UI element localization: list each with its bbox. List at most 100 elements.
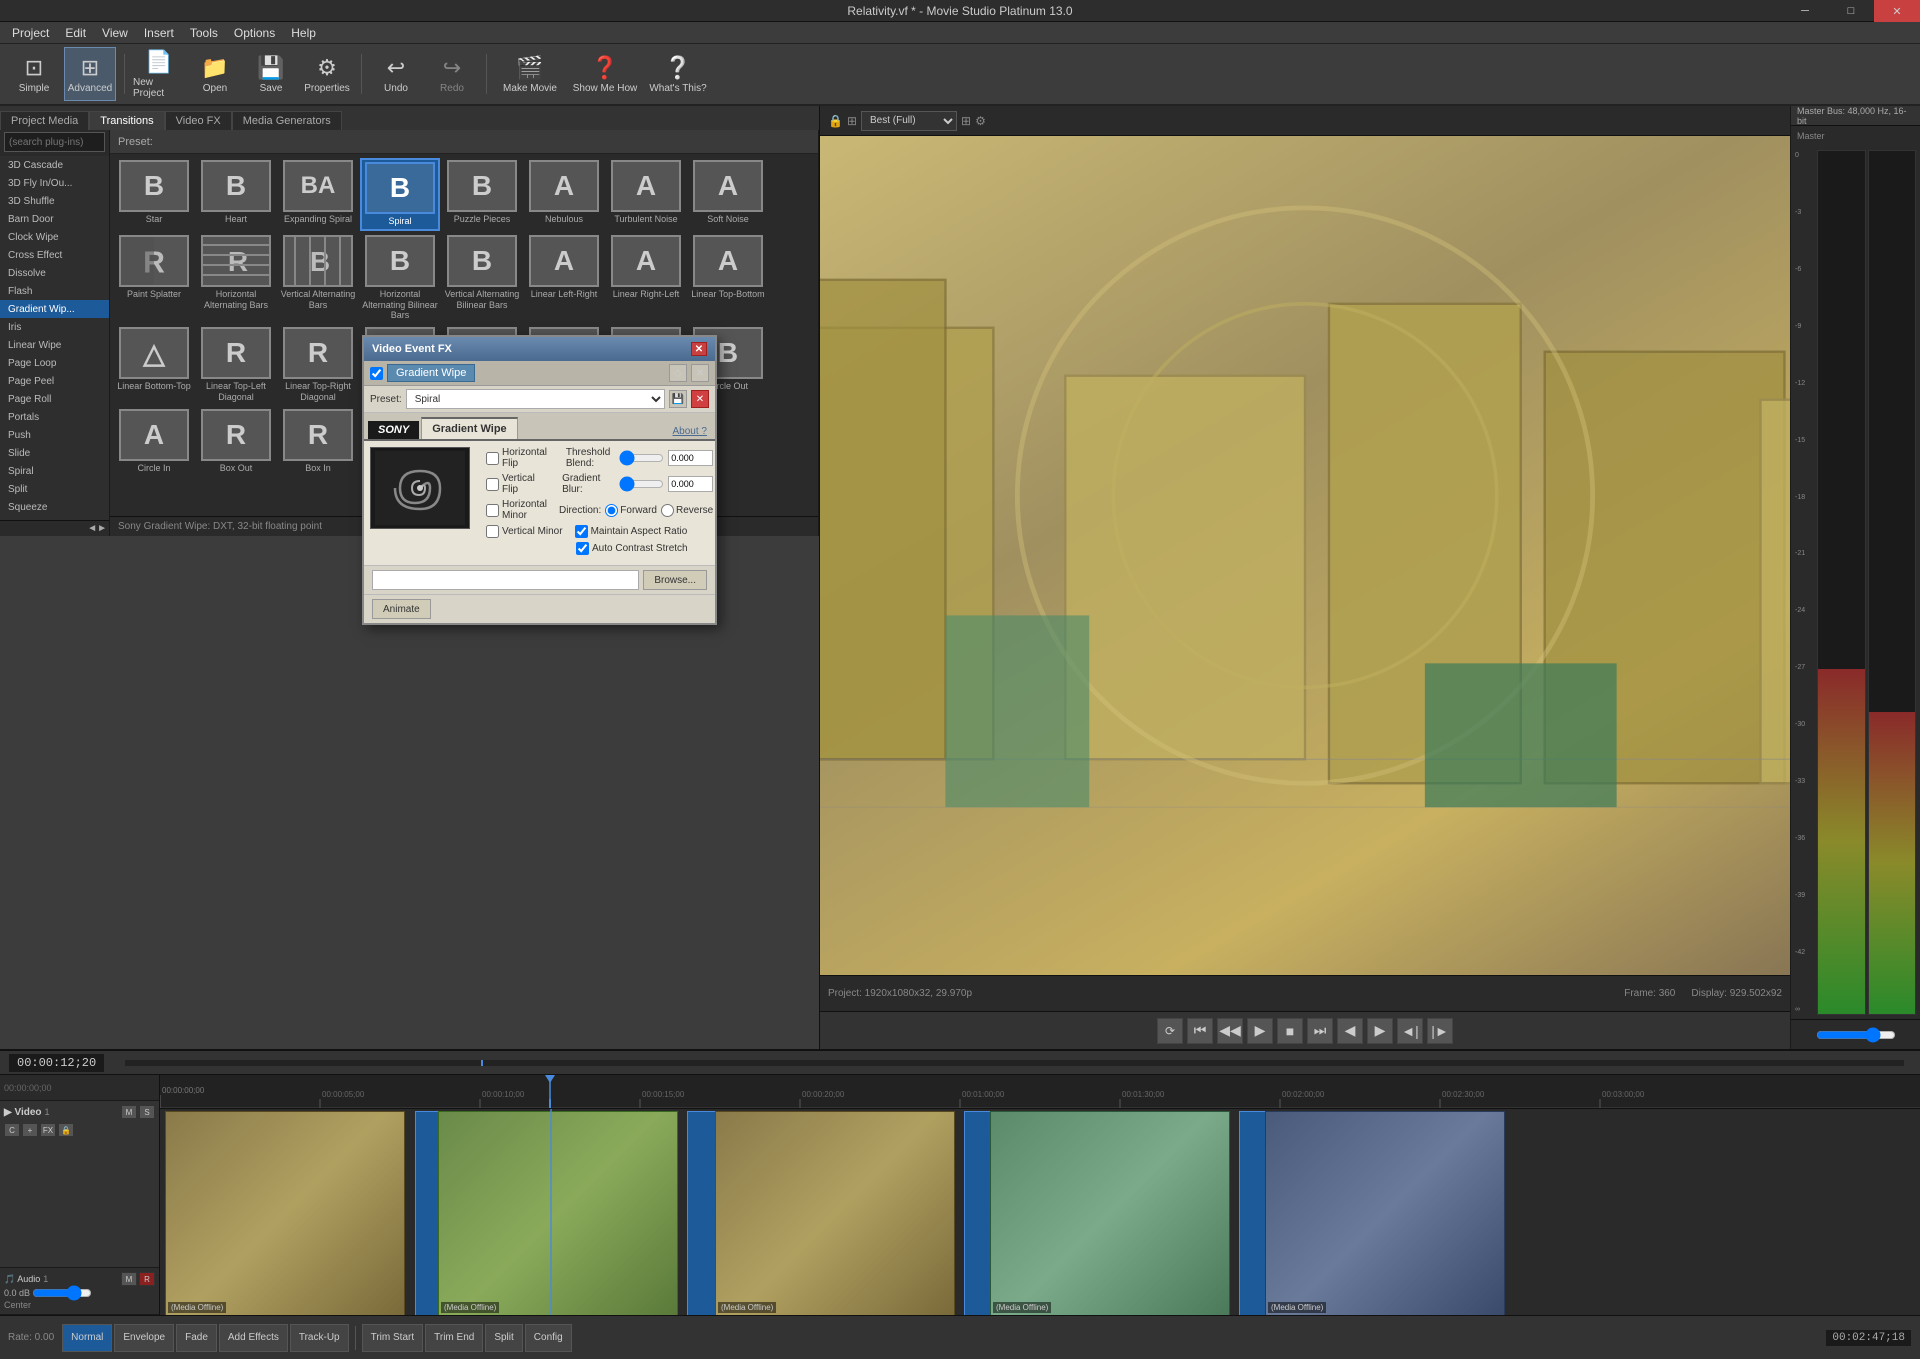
preview-grid-icon[interactable]: ⊞ (961, 114, 971, 128)
trans-item-crosseffect[interactable]: Cross Effect (0, 246, 109, 264)
advanced-button[interactable]: ⊞ Advanced (64, 47, 116, 101)
video-clip-3[interactable]: (Media Offline) (715, 1111, 955, 1315)
master-fader[interactable] (1816, 1028, 1896, 1042)
trans-item-spiral[interactable]: Spiral (0, 462, 109, 480)
minimize-button[interactable]: ─ (1782, 0, 1828, 22)
trans-item-flash[interactable]: Flash (0, 282, 109, 300)
menu-insert[interactable]: Insert (136, 24, 182, 42)
thumb-turbulent[interactable]: A Turbulent Noise (606, 158, 686, 231)
blur-value[interactable]: 0.000 (668, 476, 713, 492)
menu-options[interactable]: Options (226, 24, 283, 42)
audio-record-button[interactable]: R (139, 1272, 155, 1286)
preset-save-button[interactable]: 💾 (669, 390, 687, 408)
menu-help[interactable]: Help (283, 24, 324, 42)
loop-button[interactable]: ⟳ (1157, 1018, 1183, 1044)
trans-item-3dflyinout[interactable]: 3D Fly In/Ou... (0, 174, 109, 192)
preview-snap-icon[interactable]: ⊞ (847, 114, 857, 128)
vfx-plugin-checkbox[interactable] (370, 367, 383, 380)
preset-delete-button[interactable]: ✕ (691, 390, 709, 408)
vfx-delete-button[interactable]: ✕ (691, 364, 709, 382)
reverse-radio[interactable] (661, 504, 674, 517)
thumb-ltrd[interactable]: R Linear Top-Right Diagonal (278, 325, 358, 405)
video-clip-5[interactable]: (Media Offline) (1265, 1111, 1505, 1315)
simple-button[interactable]: ⊡ Simple (8, 47, 60, 101)
transition-2[interactable] (687, 1111, 717, 1315)
open-button[interactable]: 📁 Open (189, 47, 241, 101)
config-button[interactable]: Config (525, 1324, 572, 1352)
thumb-lrl[interactable]: A Linear Right-Left (606, 233, 686, 323)
timeline-content[interactable]: 00:00:00;00 00:00:05;00 00:00:10;00 00:0… (160, 1075, 1920, 1315)
prev-marker-button[interactable]: ◄| (1397, 1018, 1423, 1044)
new-project-button[interactable]: 📄 New Project (133, 47, 185, 101)
thumb-heart[interactable]: B Heart (196, 158, 276, 231)
menu-view[interactable]: View (94, 24, 136, 42)
thumb-spiral[interactable]: B Spiral (360, 158, 440, 231)
audio-volume-fader[interactable] (32, 1288, 92, 1298)
trans-item-push[interactable]: Push (0, 426, 109, 444)
trans-item-linearwipe[interactable]: Linear Wipe (0, 336, 109, 354)
audio-mute-button[interactable]: M (121, 1272, 137, 1286)
close-button[interactable]: ✕ (1874, 0, 1920, 22)
stop-button[interactable]: ■ (1277, 1018, 1303, 1044)
track-up-button[interactable]: Track-Up (290, 1324, 349, 1352)
go-start-button[interactable]: ⏮ (1187, 1018, 1213, 1044)
auto-contrast-checkbox[interactable] (576, 542, 589, 555)
envelope-button[interactable]: Envelope (114, 1324, 174, 1352)
vertical-flip-checkbox[interactable] (486, 478, 499, 491)
video-clip-2[interactable]: (Media Offline) (438, 1111, 678, 1315)
trans-item-iris[interactable]: Iris (0, 318, 109, 336)
undo-button[interactable]: ↩ Undo (370, 47, 422, 101)
vertical-minor-checkbox[interactable] (486, 525, 499, 538)
vfx-close-button[interactable]: ✕ (691, 342, 707, 356)
file-path-input[interactable] (372, 570, 639, 590)
properties-button[interactable]: ⚙ Properties (301, 47, 353, 101)
trim-end-button[interactable]: Trim End (425, 1324, 483, 1352)
trans-item-squeeze[interactable]: Squeeze (0, 498, 109, 516)
redo-button[interactable]: ↪ Redo (426, 47, 478, 101)
menu-edit[interactable]: Edit (57, 24, 94, 42)
split-button[interactable]: Split (485, 1324, 522, 1352)
scroll-right-icon[interactable]: ► (97, 523, 107, 534)
blur-slider[interactable] (619, 478, 664, 490)
video-mute-button[interactable]: M (121, 1105, 137, 1119)
menu-project[interactable]: Project (4, 24, 57, 42)
about-button[interactable]: About ? (669, 424, 711, 439)
thumb-lbt[interactable]: △ Linear Bottom-Top (114, 325, 194, 405)
trans-item-pagepeel[interactable]: Page Peel (0, 372, 109, 390)
preset-select[interactable]: Spiral Star Heart (406, 389, 665, 409)
thumb-vbilinear[interactable]: B Vertical Alternating Bilinear Bars (442, 233, 522, 323)
maintain-aspect-checkbox[interactable] (575, 525, 588, 538)
sony-tab[interactable]: SONY (368, 421, 419, 439)
trans-item-dissolve[interactable]: Dissolve (0, 264, 109, 282)
preview-quality-select[interactable]: Best (Full) Draft (Half) Preview (Auto) (861, 111, 957, 131)
thumb-paint[interactable]: R Paint Splatter (114, 233, 194, 323)
trans-item-3dcascade[interactable]: 3D Cascade (0, 156, 109, 174)
fade-button[interactable]: Fade (176, 1324, 217, 1352)
thumb-boxout[interactable]: R Box Out (196, 407, 276, 476)
trans-item-clockwipe[interactable]: Clock Wipe (0, 228, 109, 246)
next-frame-button[interactable]: ▶ (1367, 1018, 1393, 1044)
trans-item-3dshuffle[interactable]: 3D Shuffle (0, 192, 109, 210)
thumb-ltld[interactable]: R Linear Top-Left Diagonal (196, 325, 276, 405)
video-clip-4[interactable]: (Media Offline) (990, 1111, 1230, 1315)
search-input[interactable] (4, 132, 105, 152)
timeline-scrubber[interactable] (125, 1060, 1904, 1066)
trans-item-gradientwipe[interactable]: Gradient Wip... (0, 300, 109, 318)
normal-button[interactable]: Normal (62, 1324, 112, 1352)
trans-item-barndoor[interactable]: Barn Door (0, 210, 109, 228)
horizontal-flip-checkbox[interactable] (486, 452, 499, 465)
video-solo-button[interactable]: S (139, 1105, 155, 1119)
tab-video-fx[interactable]: Video FX (165, 111, 232, 130)
gradient-wipe-tab[interactable]: Gradient Wipe (421, 417, 517, 439)
thumb-hbilinear[interactable]: B Horizontal Alternating Bilinear Bars (360, 233, 440, 323)
play-reverse-button[interactable]: ◀◀ (1217, 1018, 1243, 1044)
thumb-vbars[interactable]: B Vertical Alternating Bars (278, 233, 358, 323)
tab-project-media[interactable]: Project Media (0, 111, 89, 130)
thumb-softnoise[interactable]: A Soft Noise (688, 158, 768, 231)
save-button[interactable]: 💾 Save (245, 47, 297, 101)
next-marker-button[interactable]: |► (1427, 1018, 1453, 1044)
video-expand-button[interactable]: + (22, 1123, 38, 1137)
thumb-expanding-spiral[interactable]: BA Expanding Spiral (278, 158, 358, 231)
forward-radio[interactable] (605, 504, 618, 517)
go-end-button[interactable]: ⏭ (1307, 1018, 1333, 1044)
